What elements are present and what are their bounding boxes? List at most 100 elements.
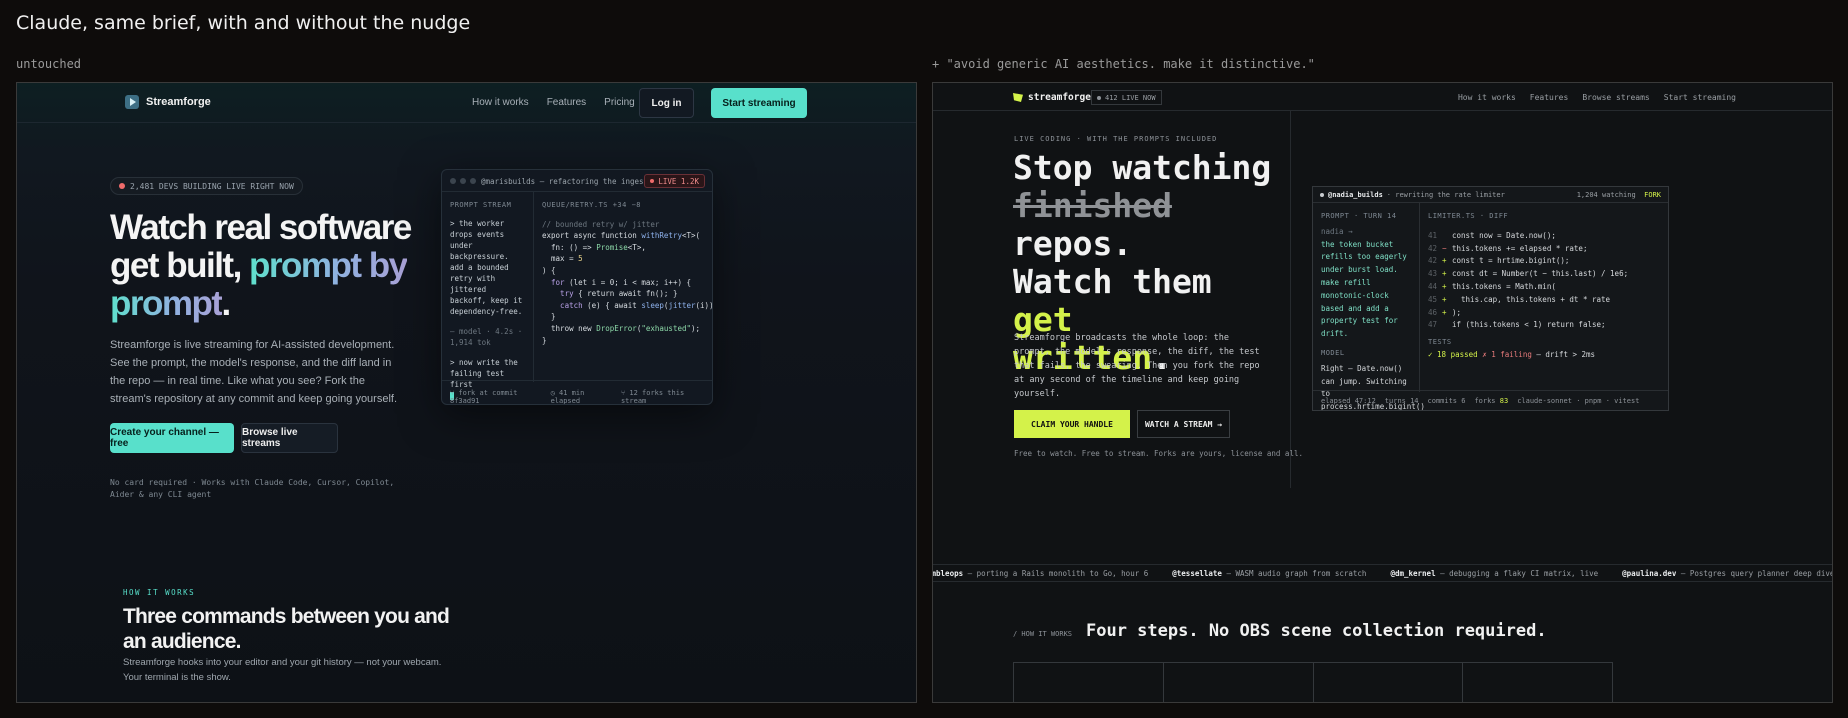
diff-line: 44 + this.tokens = Math.min( bbox=[1428, 281, 1556, 291]
prompt-stream-panel: PROMPT STREAM > the worker drops events … bbox=[442, 192, 534, 400]
diff-line: 41 const now = Date.now(); bbox=[1428, 230, 1556, 240]
right-nav-how-it-works[interactable]: How it works bbox=[1458, 93, 1516, 102]
tests-result: ✓ 18 passed ✗ 1 failing — drift > 2ms bbox=[1428, 349, 1662, 362]
code-line: max = 5 bbox=[542, 254, 583, 264]
step-card bbox=[1463, 663, 1613, 702]
ticker-item[interactable]: umbleops — porting a Rails monolith to G… bbox=[933, 569, 1148, 578]
right-logo[interactable]: streamforge bbox=[1013, 92, 1091, 103]
code-diff-panel: QUEUE/RETRY.TS +34 −8 // bounded retry w/… bbox=[534, 192, 712, 382]
step-card bbox=[1314, 663, 1464, 702]
code-line: throw new DropError("exhausted"); bbox=[542, 323, 701, 333]
code-line: } bbox=[542, 335, 547, 345]
commits-count: commits 6 bbox=[1427, 397, 1466, 405]
code-line: for (let i = 0; i < max; i++) { bbox=[542, 277, 692, 287]
streamer-handle[interactable]: @nadia_builds bbox=[1328, 191, 1383, 199]
left-nav-pricing[interactable]: Pricing bbox=[604, 97, 635, 108]
right-hero-subtitle: Streamforge broadcasts the whole loop: t… bbox=[1014, 333, 1260, 399]
left-card-footer: ⑂ fork at commit 8f3ad91 ◷ 41 min elapse… bbox=[442, 380, 712, 404]
code-line: } bbox=[542, 312, 556, 322]
left-fineprint: No card required · Works with Claude Cod… bbox=[110, 478, 395, 499]
right-card-footer: elapsed 47:12 turns 14 commits 6 forks 8… bbox=[1313, 390, 1668, 410]
diff-line: 42 + const t = hrtime.bigint(); bbox=[1428, 256, 1570, 266]
create-channel-button[interactable]: Create your channel — free bbox=[110, 423, 234, 453]
code-comment: // bounded retry w/ jitter bbox=[542, 219, 660, 229]
right-pane-label: + "avoid generic AI aesthetics. make it … bbox=[932, 57, 1315, 71]
left-logo[interactable]: Streamforge bbox=[125, 95, 211, 109]
file-diff-heading: QUEUE/RETRY.TS +34 −8 bbox=[542, 201, 642, 209]
ticker-item[interactable]: @paulina.dev — Postgres query planner de… bbox=[1622, 569, 1832, 578]
ticker-item[interactable]: @dm_kernel — debugging a flaky CI matrix… bbox=[1390, 569, 1598, 578]
prompt-message-1: > the worker drops events under backpres… bbox=[450, 219, 523, 316]
code-line: fn: () => Promise<T>, bbox=[542, 242, 646, 252]
left-card-header: @marisbuilds — refactoring the ingest qu… bbox=[442, 170, 712, 192]
code-line: export async function withRetry<T>( bbox=[542, 231, 701, 241]
prompt-text: the token bucket refills too eagerly und… bbox=[1321, 239, 1407, 339]
live-dot-icon bbox=[119, 183, 125, 189]
forks-count: forks 83 bbox=[1474, 397, 1509, 405]
page-title: Claude, same brief, with and without the… bbox=[16, 12, 471, 34]
live-dot-icon bbox=[1097, 95, 1101, 100]
left-navbar: Streamforge How it works Features Pricin… bbox=[17, 83, 916, 123]
left-start-streaming-button[interactable]: Start streaming bbox=[711, 88, 807, 118]
turns-count: turns 14 bbox=[1384, 397, 1419, 405]
live-viewers-badge: LIVE 1.2K bbox=[644, 174, 705, 188]
diff-heading: LIMITER.TS · DIFF bbox=[1428, 212, 1509, 220]
left-hero-highlight-1: prompt by bbox=[249, 246, 408, 285]
right-navbar: streamforge 412 LIVE NOW How it works Fe… bbox=[933, 83, 1832, 111]
stream-description: · rewriting the rate limiter bbox=[1386, 191, 1505, 199]
right-nav-browse-streams[interactable]: Browse streams bbox=[1582, 93, 1649, 102]
tests-failing: ✗ 1 failing bbox=[1482, 349, 1532, 359]
code-line: catch (e) { await sleep(jitter(i)); } bbox=[542, 300, 712, 310]
left-section-body: Streamforge hooks into your editor and y… bbox=[123, 657, 442, 683]
model-meta: — model · 4.2s · 1,914 tok bbox=[450, 327, 523, 347]
tests-detail: — drift > 2ms bbox=[1536, 349, 1596, 359]
prompt-turn-heading: PROMPT · TURN 14 bbox=[1321, 212, 1397, 220]
diff-panel: LIMITER.TS · DIFF 41 const now = Date.no… bbox=[1420, 203, 1668, 392]
left-hero-highlight-2: prompt bbox=[110, 284, 223, 323]
ticker-item[interactable]: @tessellate — WASM audio graph from scra… bbox=[1172, 569, 1366, 578]
claim-handle-button[interactable]: CLAIM YOUR HANDLE bbox=[1014, 410, 1130, 438]
live-viewers-text: LIVE 1.2K bbox=[658, 176, 699, 186]
left-stream-preview-card[interactable]: @marisbuilds — refactoring the ingest qu… bbox=[441, 169, 713, 405]
forks-count: ⑂ 12 forks this stream bbox=[620, 389, 685, 405]
prompt-stream-heading: PROMPT STREAM bbox=[450, 201, 512, 209]
left-live-count-badge: 2,481 DEVS BUILDING LIVE RIGHT NOW bbox=[110, 177, 303, 195]
right-hero-line1: Stop watching bbox=[1013, 148, 1272, 187]
right-stream-preview-card[interactable]: @nadia_builds · rewriting the rate limit… bbox=[1312, 186, 1669, 411]
right-fineprint: Free to watch. Free to stream. Forks are… bbox=[1014, 449, 1303, 458]
right-nav-features[interactable]: Features bbox=[1530, 93, 1569, 102]
left-login-button[interactable]: Log in bbox=[639, 88, 694, 118]
left-nav-features[interactable]: Features bbox=[547, 97, 586, 108]
left-hero-heading: Watch real software get built, prompt by… bbox=[110, 209, 430, 323]
right-preview-frame: streamforge 412 LIVE NOW How it works Fe… bbox=[932, 82, 1833, 703]
steps-grid bbox=[1013, 662, 1613, 702]
right-nav-start-streaming[interactable]: Start streaming bbox=[1664, 93, 1736, 102]
watch-stream-button[interactable]: WATCH A STREAM → bbox=[1137, 410, 1230, 438]
right-card-header: @nadia_builds · rewriting the rate limit… bbox=[1313, 187, 1668, 203]
flag-icon bbox=[1013, 93, 1023, 102]
left-nav-how-it-works[interactable]: How it works bbox=[472, 97, 529, 108]
left-brand-name: Streamforge bbox=[146, 96, 211, 108]
fork-button[interactable]: FORK bbox=[1644, 191, 1661, 199]
tests-passed: ✓ 18 passed bbox=[1428, 349, 1478, 359]
model-heading: MODEL bbox=[1321, 348, 1345, 357]
code-line: try { return await fn(); } bbox=[542, 289, 678, 299]
diff-line: 45 + this.cap, this.tokens + dt * rate bbox=[1428, 294, 1611, 304]
tech-stack: claude-sonnet · pnpm · vitest bbox=[1517, 397, 1640, 405]
left-section-eyebrow: HOW IT WORKS bbox=[123, 588, 196, 597]
right-section-title: Four steps. No OBS scene collection requ… bbox=[1086, 621, 1547, 641]
right-hero-line4: Watch them bbox=[1013, 262, 1212, 301]
tests-heading: TESTS bbox=[1428, 338, 1452, 347]
browse-live-streams-button[interactable]: Browse live streams bbox=[241, 423, 338, 453]
elapsed-time: ◷ 41 min elapsed bbox=[550, 389, 585, 405]
live-now-text: 412 LIVE NOW bbox=[1105, 93, 1156, 102]
right-vertical-divider bbox=[1290, 111, 1291, 488]
left-hero-subtitle: Streamforge is live streaming for AI-ass… bbox=[110, 339, 398, 405]
fork-at-commit-link[interactable]: ⑂ fork at commit 8f3ad91 bbox=[450, 389, 541, 404]
right-brand-name: streamforge bbox=[1028, 92, 1091, 103]
left-section-title: Three commands between you and an audien… bbox=[123, 605, 450, 653]
right-section-eyebrow: / HOW IT WORKS bbox=[1013, 630, 1073, 638]
elapsed-time: elapsed 47:12 bbox=[1321, 397, 1376, 405]
right-hero-strike: finished bbox=[1013, 186, 1172, 225]
live-dot-icon bbox=[1320, 193, 1324, 197]
